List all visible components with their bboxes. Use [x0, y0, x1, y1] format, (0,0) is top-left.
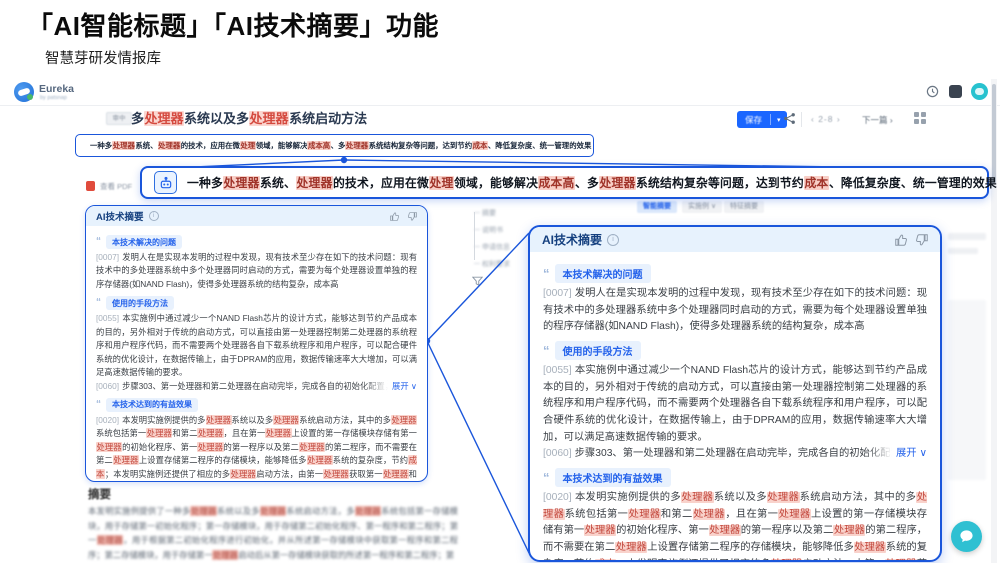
doc-nav-item-claims[interactable]: 权利要求 [474, 259, 530, 269]
section-paragraph-truncated: [0060]步骤303、第一处理器和第二处理器在启动完毕，完成各自的初始化配置，… [96, 379, 417, 393]
thumbs-up-icon[interactable] [390, 211, 399, 221]
quote-icon: “ [543, 265, 550, 281]
quote-icon: “ [543, 469, 550, 485]
tab-embodiments[interactable]: 实施例 ∨ [682, 201, 723, 213]
info-icon[interactable]: i [607, 233, 620, 246]
section-paragraph: [0007] 发明人在是实现本发明的过程中发现，现有技术至少存在如下的技术问题：现… [96, 252, 417, 289]
user-avatar[interactable] [971, 83, 988, 100]
doc-nav: 摘要 说明书 申请信息 权利要求 [470, 208, 530, 276]
filter-funnel-icon[interactable] [472, 276, 483, 287]
pdf-icon [86, 181, 95, 191]
slide-title: 「AI智能标题」「AI技术摘要」功能 [27, 11, 440, 41]
robot-icon [154, 171, 177, 194]
quote-icon: “ [96, 297, 101, 309]
status-badge: 审中 [106, 112, 132, 125]
section-label: 使用的手段方法 [106, 296, 174, 311]
abstract-paragraph: 本发明实施例提供了一种多处理器系统以及多处理器系统启动方法，多处理器系统包括第一… [88, 506, 458, 560]
section-method: “ 使用的手段方法 [0055] 本实施例中通过减少一个NAND Flash芯片的设… [96, 296, 417, 393]
ai-summary-panel-large: AI技术摘要 i “本技术解决的问题 [0007] 发明人在是实现本发明的过程中发… [528, 225, 942, 562]
apps-icon[interactable] [949, 85, 962, 98]
doc-nav-line [474, 212, 475, 260]
tab-feature-summary[interactable]: 特征摘要 [724, 201, 764, 213]
slide-subtitle: 智慧芽研发情报库 [45, 51, 161, 67]
section-label: 本技术解决的问题 [106, 235, 182, 249]
ai-summary-panel-small: AI技术摘要 i “ 本技术解决的问题 [0007] 发明人在是实现本发明的过程中发… [85, 205, 428, 482]
expand-link[interactable]: 展开 ∨ [866, 446, 927, 464]
background-ghost [948, 248, 978, 254]
doc-nav-item-application[interactable]: 申请信息 [474, 242, 530, 252]
section-paragraph: [0020] 本发明实施例提供的多处理器系统以及多处理器系统启动方法，其中的多处理… [543, 490, 927, 560]
panel-title: AI技术摘要 [96, 212, 144, 223]
eureka-logo-icon[interactable] [14, 82, 34, 102]
panel-header: AI技术摘要 i [86, 206, 427, 226]
history-icon[interactable] [926, 85, 939, 98]
eureka-logo-tagline: by patsnap [40, 95, 67, 101]
info-icon[interactable]: i [148, 211, 159, 221]
panel-header: AI技术摘要 i [530, 227, 940, 252]
quote-icon: “ [96, 398, 101, 410]
section-label: 本技术达到的有益效果 [554, 468, 671, 488]
pagination[interactable]: ‹ 2-8 › [811, 114, 841, 124]
thumbs-down-icon[interactable] [916, 233, 928, 246]
thumbs-up-icon[interactable] [895, 234, 907, 246]
doc-nav-item-abstract[interactable]: 摘要 [474, 208, 530, 218]
ai-smart-title-callout: 一种多处理器系统、处理器的技术，应用在微处理领域，能够解决成本高、多处理器系统结… [140, 166, 997, 199]
background-ghost [948, 300, 986, 480]
thumbs-down-icon[interactable] [408, 211, 417, 221]
quote-icon: “ [543, 342, 550, 358]
next-patent-link[interactable]: 下一篇 › [862, 114, 893, 126]
app-header [0, 78, 1000, 106]
section-label: 本技术达到的有益效果 [106, 397, 198, 412]
grid-view-icon[interactable] [914, 112, 926, 124]
ai-smart-title-callout-text: 一种多处理器系统、处理器的技术，应用在微处理领域，能够解决成本高、多处理器系统结… [187, 176, 997, 190]
section-problem: “ 本技术解决的问题 [0007] 发明人在是实现本发明的过程中发现，现有技术至少存… [96, 235, 417, 291]
save-button-label: 保存 [745, 114, 763, 125]
patent-title: 多处理器系统以及多处理器系统启动方法 [131, 111, 368, 126]
eureka-logo-text: Eureka [39, 83, 75, 95]
ai-smart-title-text: 一种多处理器系统、处理器的技术，应用在微处理领域，能够解决成本高、多处理器系统结… [90, 141, 592, 150]
section-problem: “本技术解决的问题 [0007] 发明人在是实现本发明的过程中发现，现有技术至少存… [543, 264, 927, 336]
section-paragraph: [0020] 本发明实施例提供的多处理器系统以及多处理器系统启动方法，其中的多处理… [96, 414, 417, 481]
section-method: “使用的手段方法 [0055] 本实施例中通过减少一个NAND Flash芯片的设… [543, 341, 927, 464]
section-label: 使用的手段方法 [554, 341, 641, 361]
section-effect: “ 本技术达到的有益效果 [0020] 本发明实施例提供的多处理器系统以及多处理器系… [96, 397, 417, 481]
toolbar-divider [801, 112, 802, 127]
section-paragraph-truncated: [0060]步骤303、第一处理器和第二处理器在启动完毕，完成各自的初始化配置，… [543, 446, 927, 464]
scrollbar-thumb[interactable] [992, 84, 996, 184]
section-paragraph: [0055] 本实施例中通过减少一个NAND Flash芯片的设计方式，能够达到节… [96, 313, 417, 378]
section-label: 本技术解决的问题 [554, 264, 651, 283]
section-paragraph: [0007] 发明人在是实现本发明的过程中发现，现有技术至少存在如下的技术问题：现… [543, 288, 927, 333]
doc-nav-item-description[interactable]: 说明书 [474, 225, 530, 235]
customer-support-button[interactable] [951, 521, 982, 552]
background-ghost [948, 233, 986, 240]
view-pdf-link[interactable]: 查看 PDF [100, 181, 132, 192]
share-icon[interactable] [783, 112, 796, 125]
quote-icon: “ [96, 236, 101, 247]
section-effect: “本技术达到的有益效果 [0020] 本发明实施例提供的多处理器系统以及多处理器系… [543, 468, 927, 560]
expand-link[interactable]: 展开 ∨ [362, 379, 417, 393]
abstract-heading: 摘要 [88, 489, 111, 501]
section-paragraph: [0055] 本实施例中通过减少一个NAND Flash芯片的设计方式，能够达到节… [543, 365, 927, 443]
tab-smart-summary[interactable]: 智能摘要 [637, 201, 677, 213]
save-button[interactable]: 保存 ▾ [737, 111, 787, 128]
slide-canvas: 「AI智能标题」「AI技术摘要」功能 智慧芽研发情报库 Eureka by pa… [0, 0, 1000, 563]
panel-title: AI技术摘要 [542, 233, 603, 247]
ai-smart-title-box: 一种多处理器系统、处理器的技术，应用在微处理领域，能够解决成本高、多处理器系统结… [75, 134, 594, 157]
